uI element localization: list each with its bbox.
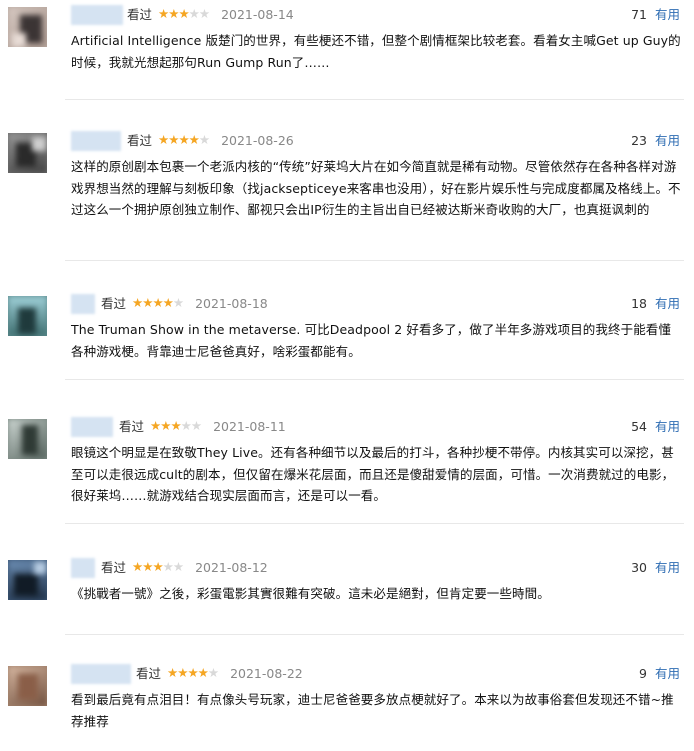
divider (65, 99, 684, 100)
vote-area: 54 有用 (631, 419, 680, 435)
vote-area: 71 有用 (631, 7, 680, 23)
divider (65, 379, 684, 380)
review-meta: 看过 ★★★★★ 2021-08-22 (136, 665, 303, 682)
divider (65, 634, 684, 635)
star-filled-icon: ★ (170, 418, 181, 433)
watched-label: 看过 (127, 133, 153, 148)
review-text: 眼镜这个明显是在致敬They Live。还有各种细节以及最后的打斗，各种抄梗不带… (71, 445, 675, 503)
vote-count: 30 (631, 560, 647, 575)
rating-stars: ★★★★★ (132, 559, 184, 575)
avatar[interactable] (8, 296, 47, 336)
vote-count: 54 (631, 419, 647, 434)
star-empty-icon: ★ (198, 6, 210, 21)
username-blurred[interactable] (71, 417, 113, 437)
review-text: 这样的原创剧本包裹一个老派内核的“传统”好莱坞大片在如今简直就是稀有动物。尽管依… (71, 159, 681, 217)
star-filled-icon: ★ (142, 295, 153, 310)
review-date: 2021-08-18 (195, 296, 268, 311)
review-date: 2021-08-12 (195, 560, 268, 575)
review-meta: 看过 ★★★★★ 2021-08-12 (101, 559, 268, 576)
watched-label: 看过 (136, 666, 162, 681)
rating-stars: ★★★★★ (158, 6, 210, 22)
avatar[interactable] (8, 666, 47, 706)
rating-stars: ★★★★★ (167, 665, 219, 681)
star-empty-icon: ★ (190, 418, 202, 433)
useful-button[interactable]: 有用 (655, 419, 680, 434)
star-filled-icon: ★ (178, 132, 189, 147)
star-empty-icon: ★ (162, 559, 174, 574)
review-date: 2021-08-14 (221, 7, 294, 22)
useful-button[interactable]: 有用 (655, 560, 680, 575)
vote-count: 71 (631, 7, 647, 22)
username-blurred[interactable] (71, 131, 121, 151)
star-filled-icon: ★ (167, 665, 178, 680)
avatar[interactable] (8, 560, 47, 600)
star-filled-icon: ★ (187, 665, 198, 680)
watched-label: 看过 (127, 7, 153, 22)
review-meta: 看过 ★★★★★ 2021-08-26 (127, 132, 294, 149)
rating-stars: ★★★★★ (150, 418, 202, 434)
useful-button[interactable]: 有用 (655, 666, 680, 681)
rating-stars: ★★★★★ (158, 132, 210, 148)
review-date: 2021-08-22 (230, 666, 303, 681)
review-meta: 看过 ★★★★★ 2021-08-11 (119, 418, 286, 435)
vote-count: 23 (631, 133, 647, 148)
avatar[interactable] (8, 7, 47, 47)
star-filled-icon: ★ (162, 295, 174, 310)
star-filled-icon: ★ (132, 559, 143, 574)
review-text: The Truman Show in the metaverse. 可比Dead… (71, 322, 671, 359)
useful-button[interactable]: 有用 (655, 296, 680, 311)
useful-button[interactable]: 有用 (655, 7, 680, 22)
star-filled-icon: ★ (150, 418, 161, 433)
star-empty-icon: ★ (188, 6, 200, 21)
star-filled-icon: ★ (168, 6, 179, 21)
avatar[interactable] (8, 133, 47, 173)
review-text: 看到最后竟有点泪目！有点像头号玩家，迪士尼爸爸要多放点梗就好了。本来以为故事俗套… (71, 692, 674, 729)
useful-button[interactable]: 有用 (655, 133, 680, 148)
star-filled-icon: ★ (158, 132, 169, 147)
avatar[interactable] (8, 419, 47, 459)
vote-area: 23 有用 (631, 133, 680, 149)
star-filled-icon: ★ (142, 559, 153, 574)
review-text: 《挑戰者一號》之後，彩蛋電影其實很難有突破。這未必是絕對，但肯定要一些時間。 (71, 586, 550, 601)
star-filled-icon: ★ (152, 295, 163, 310)
star-filled-icon: ★ (152, 559, 163, 574)
vote-count: 9 (639, 666, 647, 681)
review-date: 2021-08-26 (221, 133, 294, 148)
star-filled-icon: ★ (168, 132, 179, 147)
review-date: 2021-08-11 (213, 419, 286, 434)
star-empty-icon: ★ (172, 295, 184, 310)
username-blurred[interactable] (71, 294, 95, 314)
star-filled-icon: ★ (177, 665, 188, 680)
vote-area: 9 有用 (639, 666, 680, 682)
star-empty-icon: ★ (180, 418, 192, 433)
review-text: Artificial Intelligence 版楚门的世界，有些梗还不错，但整… (71, 33, 681, 70)
divider (65, 260, 684, 261)
star-empty-icon: ★ (207, 665, 219, 680)
star-filled-icon: ★ (197, 665, 209, 680)
username-blurred[interactable] (71, 558, 95, 578)
star-filled-icon: ★ (158, 6, 169, 21)
star-filled-icon: ★ (188, 132, 200, 147)
watched-label: 看过 (101, 296, 127, 311)
username-blurred[interactable] (71, 5, 123, 25)
vote-area: 30 有用 (631, 560, 680, 576)
username-blurred[interactable] (71, 664, 131, 684)
rating-stars: ★★★★★ (132, 295, 184, 311)
review-meta: 看过 ★★★★★ 2021-08-14 (127, 6, 294, 23)
star-empty-icon: ★ (172, 559, 184, 574)
review-meta: 看过 ★★★★★ 2021-08-18 (101, 295, 268, 312)
divider (65, 523, 684, 524)
watched-label: 看过 (119, 419, 145, 434)
star-empty-icon: ★ (198, 132, 210, 147)
star-filled-icon: ★ (178, 6, 189, 21)
watched-label: 看过 (101, 560, 127, 575)
star-filled-icon: ★ (160, 418, 171, 433)
vote-count: 18 (631, 296, 647, 311)
star-filled-icon: ★ (132, 295, 143, 310)
vote-area: 18 有用 (631, 296, 680, 312)
